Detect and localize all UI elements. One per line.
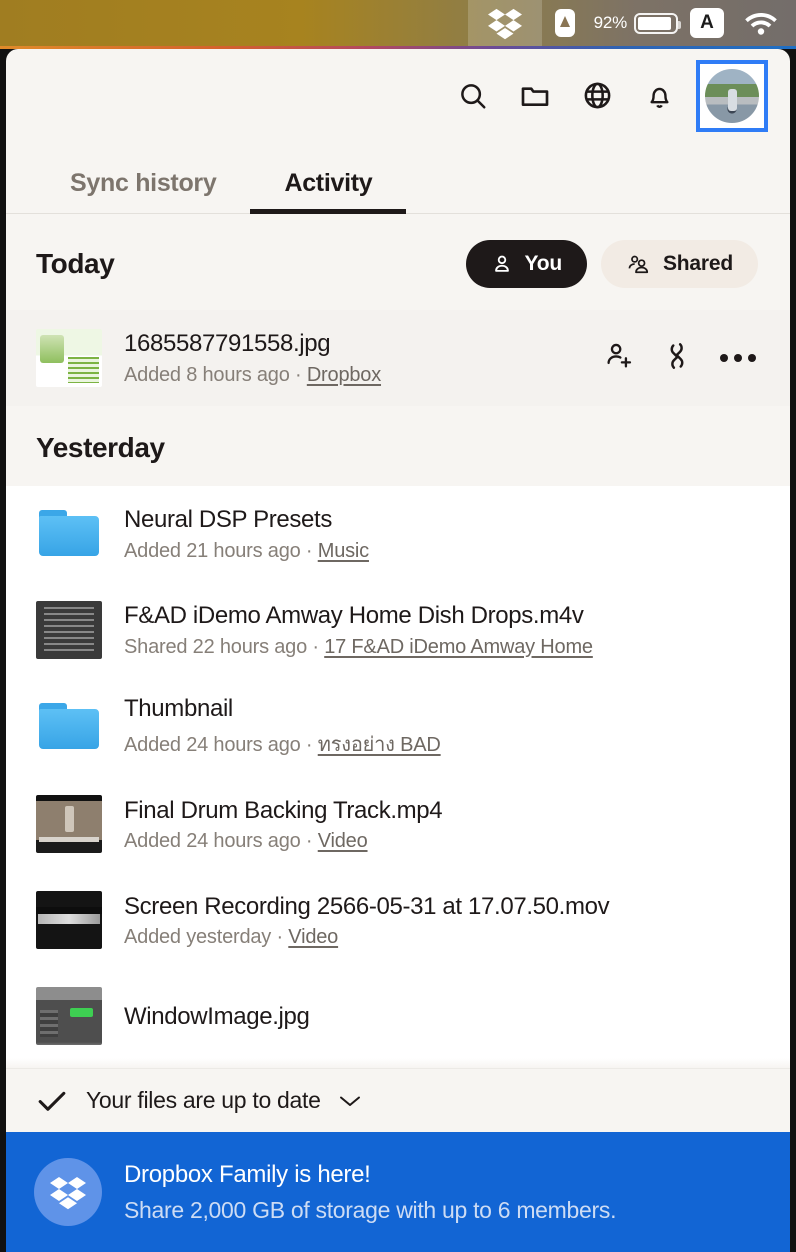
promo-subtitle: Share 2,000 GB of storage with up to 6 m… bbox=[124, 1196, 617, 1223]
file-name: Neural DSP Presets bbox=[124, 506, 333, 534]
file-name: WindowImage.jpg bbox=[124, 1002, 310, 1030]
list-fade-overlay bbox=[6, 1042, 790, 1068]
battery-percent-label: 92% bbox=[593, 13, 628, 32]
file-action: Added 24 hours ago bbox=[124, 829, 301, 852]
file-thumbnail bbox=[36, 891, 102, 950]
panel-toolbar bbox=[6, 49, 790, 142]
file-location-link[interactable]: Video bbox=[288, 926, 338, 948]
promo-banner[interactable]: Dropbox Family is here! Share 2,000 GB o… bbox=[6, 1132, 790, 1252]
avatar[interactable] bbox=[696, 59, 768, 132]
menubar-app-icon[interactable] bbox=[552, 0, 578, 46]
bell-icon[interactable] bbox=[628, 65, 690, 127]
separator: · bbox=[294, 363, 302, 386]
activity-row[interactable]: 1685587791558.jpg Added 8 hours ago · Dr… bbox=[6, 310, 790, 406]
separator: · bbox=[305, 734, 313, 757]
row-meta: Neural DSP Presets Added 21 hours ago · … bbox=[124, 505, 764, 562]
folder-icon bbox=[36, 698, 102, 756]
search-icon[interactable] bbox=[442, 65, 504, 127]
file-name: 1685587791558.jpg bbox=[124, 330, 331, 358]
row-meta: Thumbnail Added 24 hours ago · ทรงอย่าง … bbox=[124, 694, 764, 760]
file-action: Added 8 hours ago bbox=[124, 363, 290, 386]
panel-tabs: Sync history Activity bbox=[6, 142, 790, 214]
file-thumbnail bbox=[36, 795, 102, 854]
sync-status-bar[interactable]: Your files are up to date bbox=[6, 1068, 790, 1132]
menubar-battery[interactable]: 92% bbox=[593, 12, 681, 34]
file-location-link[interactable]: Music bbox=[318, 540, 369, 562]
row-meta: Final Drum Backing Track.mp4 Added 24 ho… bbox=[124, 796, 764, 853]
row-meta: Screen Recording 2566-05-31 at 17.07.50.… bbox=[124, 892, 764, 949]
people-icon bbox=[628, 255, 649, 274]
file-subtitle: Added yesterday · Video bbox=[124, 926, 764, 949]
file-action: Added 24 hours ago bbox=[124, 734, 301, 757]
filter-shared-label: Shared bbox=[663, 252, 733, 275]
tab-activity[interactable]: Activity bbox=[250, 169, 407, 214]
row-meta: F&AD iDemo Amway Home Dish Drops.m4v Sha… bbox=[124, 601, 764, 658]
file-name: Thumbnail bbox=[124, 695, 233, 722]
section-header-yesterday: Yesterday bbox=[6, 406, 790, 486]
activity-row[interactable]: Final Drum Backing Track.mp4 Added 24 ho… bbox=[6, 776, 790, 873]
file-action: Added 21 hours ago bbox=[124, 539, 301, 562]
row-meta: WindowImage.jpg bbox=[124, 1002, 764, 1031]
dropbox-panel: Sync history Activity Today You Shared 1… bbox=[6, 49, 790, 1252]
file-location-link[interactable]: ทรงอย่าง BAD bbox=[318, 734, 441, 756]
separator: · bbox=[312, 635, 319, 658]
file-action: Added yesterday bbox=[124, 925, 272, 948]
folder-icon[interactable] bbox=[504, 65, 566, 127]
section-header-today: Today You Shared bbox=[6, 214, 790, 310]
dropbox-logo-icon bbox=[34, 1158, 102, 1226]
menubar-wifi-icon[interactable] bbox=[744, 0, 778, 46]
input-source-label: A bbox=[690, 8, 724, 38]
promo-title: Dropbox Family is here! bbox=[124, 1160, 371, 1188]
file-name: Screen Recording 2566-05-31 at 17.07.50.… bbox=[124, 892, 610, 920]
menubar-dropbox-icon[interactable] bbox=[467, 0, 542, 46]
row-meta: 1685587791558.jpg Added 8 hours ago · Dr… bbox=[124, 329, 582, 386]
avatar-image bbox=[705, 68, 759, 123]
file-location-link[interactable]: 17 F&AD iDemo Amway Home bbox=[324, 636, 593, 658]
activity-row[interactable]: Neural DSP Presets Added 21 hours ago · … bbox=[6, 486, 790, 582]
file-action: Shared 22 hours ago bbox=[124, 635, 308, 658]
file-name: F&AD iDemo Amway Home Dish Drops.m4v bbox=[124, 602, 584, 630]
separator: · bbox=[305, 539, 313, 562]
folder-icon bbox=[36, 505, 102, 563]
section-title-today: Today bbox=[36, 248, 115, 279]
globe-icon[interactable] bbox=[566, 65, 628, 127]
chevron-down-icon bbox=[339, 1096, 360, 1106]
macos-menu-bar: 92% A bbox=[0, 0, 796, 46]
row-actions bbox=[604, 340, 764, 377]
file-thumbnail bbox=[36, 329, 102, 387]
separator: · bbox=[305, 829, 313, 852]
activity-filters: You Shared bbox=[466, 240, 758, 288]
file-subtitle: Added 21 hours ago · Music bbox=[124, 540, 764, 563]
menubar-input-source[interactable]: A bbox=[690, 0, 724, 46]
activity-row[interactable]: F&AD iDemo Amway Home Dish Drops.m4v Sha… bbox=[6, 582, 790, 678]
file-location-link[interactable]: Dropbox bbox=[307, 364, 381, 386]
promo-text: Dropbox Family is here! Share 2,000 GB o… bbox=[124, 1161, 616, 1224]
copy-link-icon[interactable] bbox=[662, 340, 692, 377]
file-thumbnail bbox=[36, 601, 102, 659]
file-thumbnail bbox=[36, 987, 102, 1046]
share-person-add-icon[interactable] bbox=[604, 341, 634, 376]
activity-row[interactable]: Thumbnail Added 24 hours ago · ทรงอย่าง … bbox=[6, 678, 790, 777]
filter-you-label: You bbox=[524, 252, 562, 275]
more-options-icon[interactable] bbox=[720, 354, 756, 362]
screen: 92% A Sync history Activity Today You Sh… bbox=[0, 0, 796, 1252]
file-subtitle: Added 24 hours ago · Video bbox=[124, 830, 764, 853]
file-location-link[interactable]: Video bbox=[318, 830, 368, 852]
tab-sync-history[interactable]: Sync history bbox=[36, 169, 250, 214]
separator: · bbox=[276, 925, 283, 948]
checkmark-icon bbox=[38, 1091, 66, 1111]
file-subtitle: Added 8 hours ago · Dropbox bbox=[124, 364, 582, 387]
activity-row[interactable]: Screen Recording 2566-05-31 at 17.07.50.… bbox=[6, 872, 790, 969]
section-title-yesterday: Yesterday bbox=[36, 432, 165, 463]
file-subtitle: Added 24 hours ago · ทรงอย่าง BAD bbox=[124, 728, 764, 760]
filter-you[interactable]: You bbox=[466, 240, 587, 288]
sync-status-label: Your files are up to date bbox=[86, 1087, 321, 1113]
file-name: Final Drum Backing Track.mp4 bbox=[124, 796, 443, 824]
person-icon bbox=[495, 255, 510, 272]
filter-shared[interactable]: Shared bbox=[601, 240, 758, 288]
activity-list[interactable]: Today You Shared 1685587791558.jpg Added… bbox=[6, 214, 790, 1068]
file-subtitle: Shared 22 hours ago · 17 F&AD iDemo Amwa… bbox=[124, 636, 764, 659]
battery-icon bbox=[634, 12, 681, 34]
